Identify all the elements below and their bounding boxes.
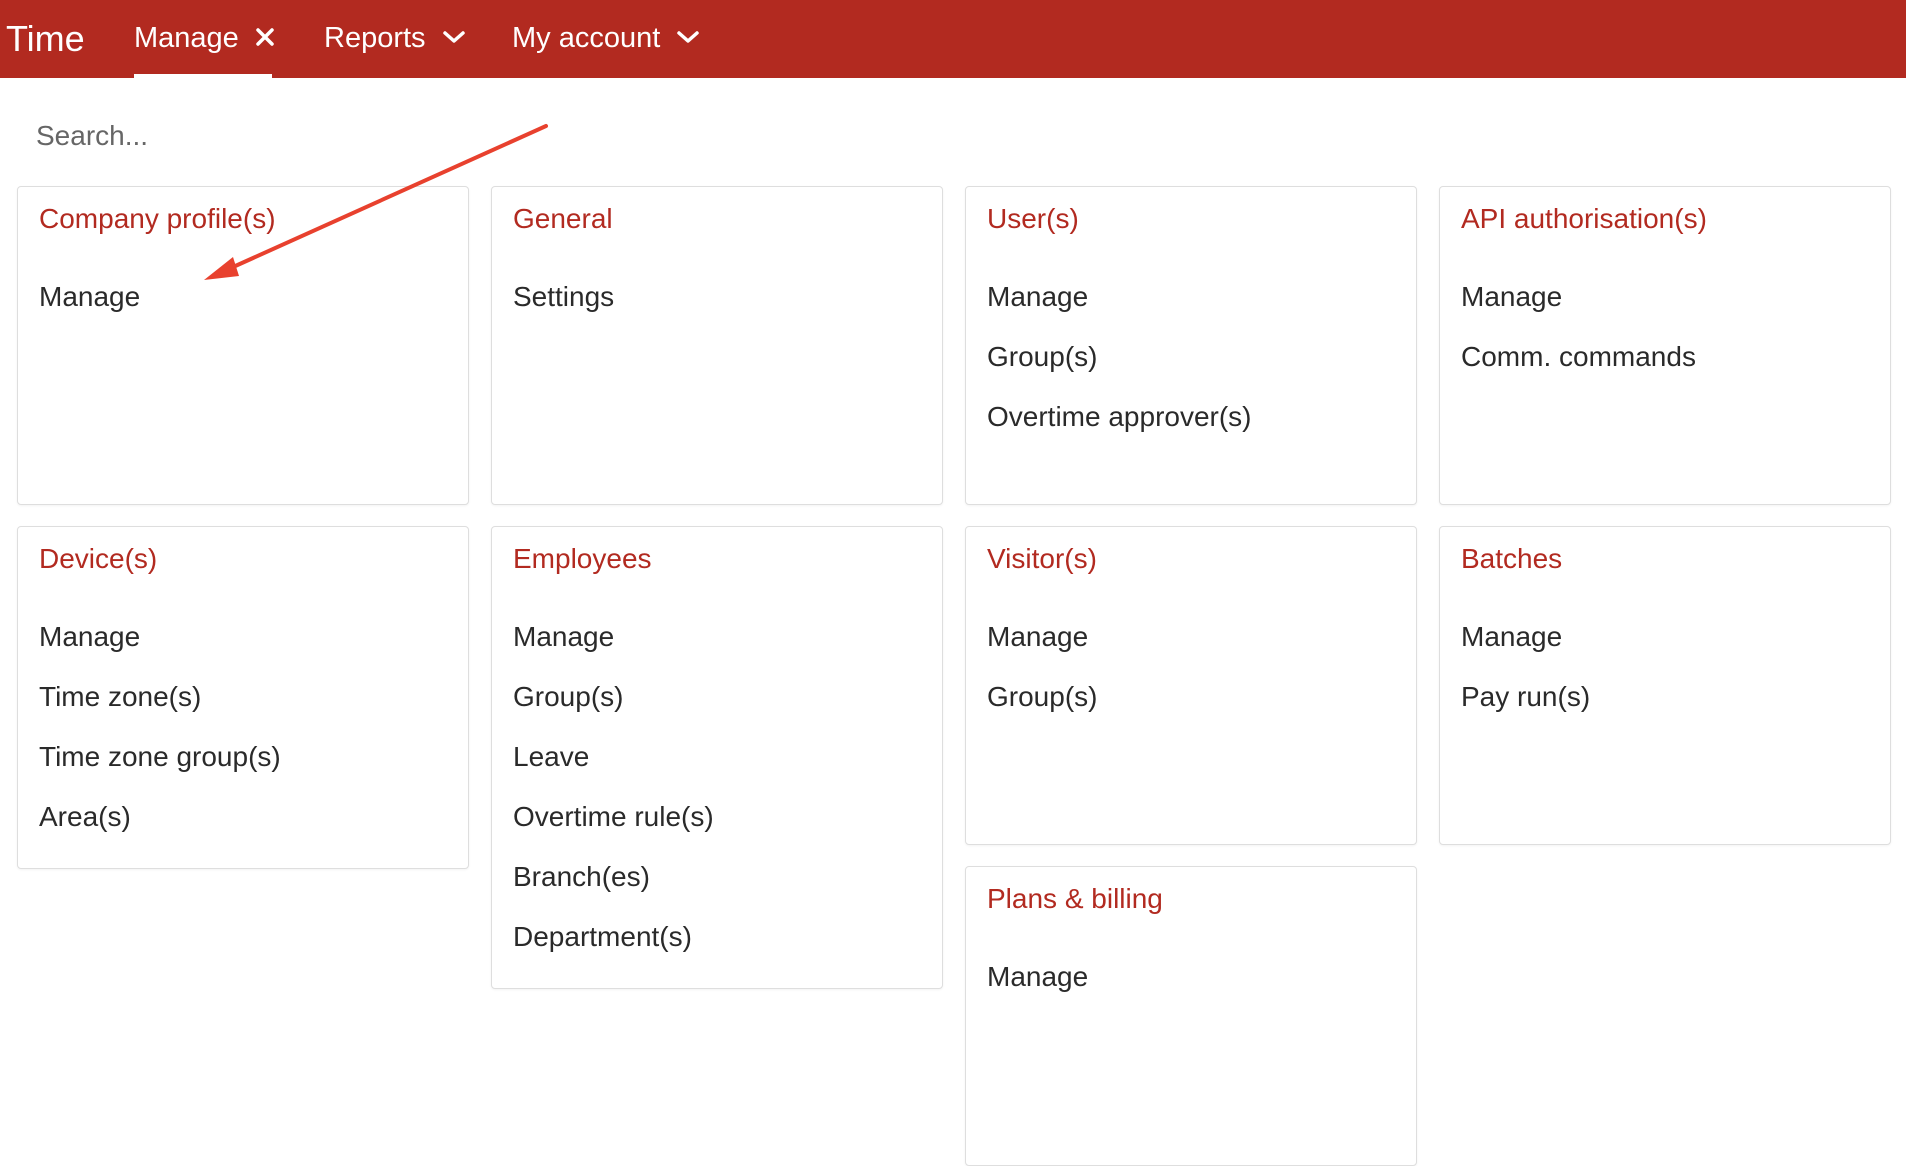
card-users: User(s) Manage Group(s) Overtime approve… [965, 186, 1417, 505]
close-icon[interactable] [255, 27, 275, 47]
nav-my-account-menu[interactable]: My account [512, 0, 700, 78]
card-title[interactable]: API authorisation(s) [1461, 203, 1707, 235]
link-manage[interactable]: Manage [987, 621, 1097, 681]
card-title[interactable]: Employees [513, 543, 652, 575]
link-time-zones[interactable]: Time zone(s) [39, 681, 281, 741]
card-title[interactable]: Batches [1461, 543, 1562, 575]
search-input[interactable] [20, 104, 920, 168]
link-manage[interactable]: Manage [987, 961, 1088, 1021]
link-leave[interactable]: Leave [513, 741, 714, 801]
link-branches[interactable]: Branch(es) [513, 861, 714, 921]
link-pay-runs[interactable]: Pay run(s) [1461, 681, 1590, 741]
link-comm-commands[interactable]: Comm. commands [1461, 341, 1696, 401]
card-plans-billing: Plans & billing Manage [965, 866, 1417, 1166]
chevron-down-icon [442, 31, 465, 44]
link-groups[interactable]: Group(s) [987, 341, 1252, 401]
card-batches: Batches Manage Pay run(s) [1439, 526, 1891, 845]
card-title[interactable]: Company profile(s) [39, 203, 276, 235]
link-overtime-rules[interactable]: Overtime rule(s) [513, 801, 714, 861]
link-manage[interactable]: Manage [987, 281, 1252, 341]
link-manage[interactable]: Manage [1461, 621, 1590, 681]
top-nav-bar: Time Manage Reports My account [0, 0, 1906, 78]
nav-reports-menu[interactable]: Reports [324, 0, 466, 78]
link-areas[interactable]: Area(s) [39, 801, 281, 861]
card-title[interactable]: User(s) [987, 203, 1079, 235]
card-company-profiles: Company profile(s) Manage [17, 186, 469, 505]
link-manage[interactable]: Manage [1461, 281, 1696, 341]
link-manage[interactable]: Manage [39, 281, 140, 341]
link-time-zone-groups[interactable]: Time zone group(s) [39, 741, 281, 801]
link-departments[interactable]: Department(s) [513, 921, 714, 981]
nav-my-account-label: My account [512, 22, 661, 54]
app-title[interactable]: Time [6, 0, 85, 78]
link-settings[interactable]: Settings [513, 281, 614, 341]
card-visitors: Visitor(s) Manage Group(s) [965, 526, 1417, 845]
nav-manage-tab[interactable]: Manage [134, 0, 275, 78]
card-devices: Device(s) Manage Time zone(s) Time zone … [17, 526, 469, 869]
link-manage[interactable]: Manage [39, 621, 281, 681]
card-title[interactable]: Visitor(s) [987, 543, 1097, 575]
card-title[interactable]: Plans & billing [987, 883, 1163, 915]
link-manage[interactable]: Manage [513, 621, 714, 681]
card-title[interactable]: Device(s) [39, 543, 157, 575]
card-general: General Settings [491, 186, 943, 505]
chevron-down-icon [677, 31, 700, 44]
card-title[interactable]: General [513, 203, 613, 235]
card-api-authorisations: API authorisation(s) Manage Comm. comman… [1439, 186, 1891, 505]
nav-manage-label: Manage [134, 22, 239, 54]
link-groups[interactable]: Group(s) [513, 681, 714, 741]
link-groups[interactable]: Group(s) [987, 681, 1097, 741]
link-overtime-approvers[interactable]: Overtime approver(s) [987, 401, 1252, 461]
card-employees: Employees Manage Group(s) Leave Overtime… [491, 526, 943, 989]
nav-reports-label: Reports [324, 22, 426, 54]
